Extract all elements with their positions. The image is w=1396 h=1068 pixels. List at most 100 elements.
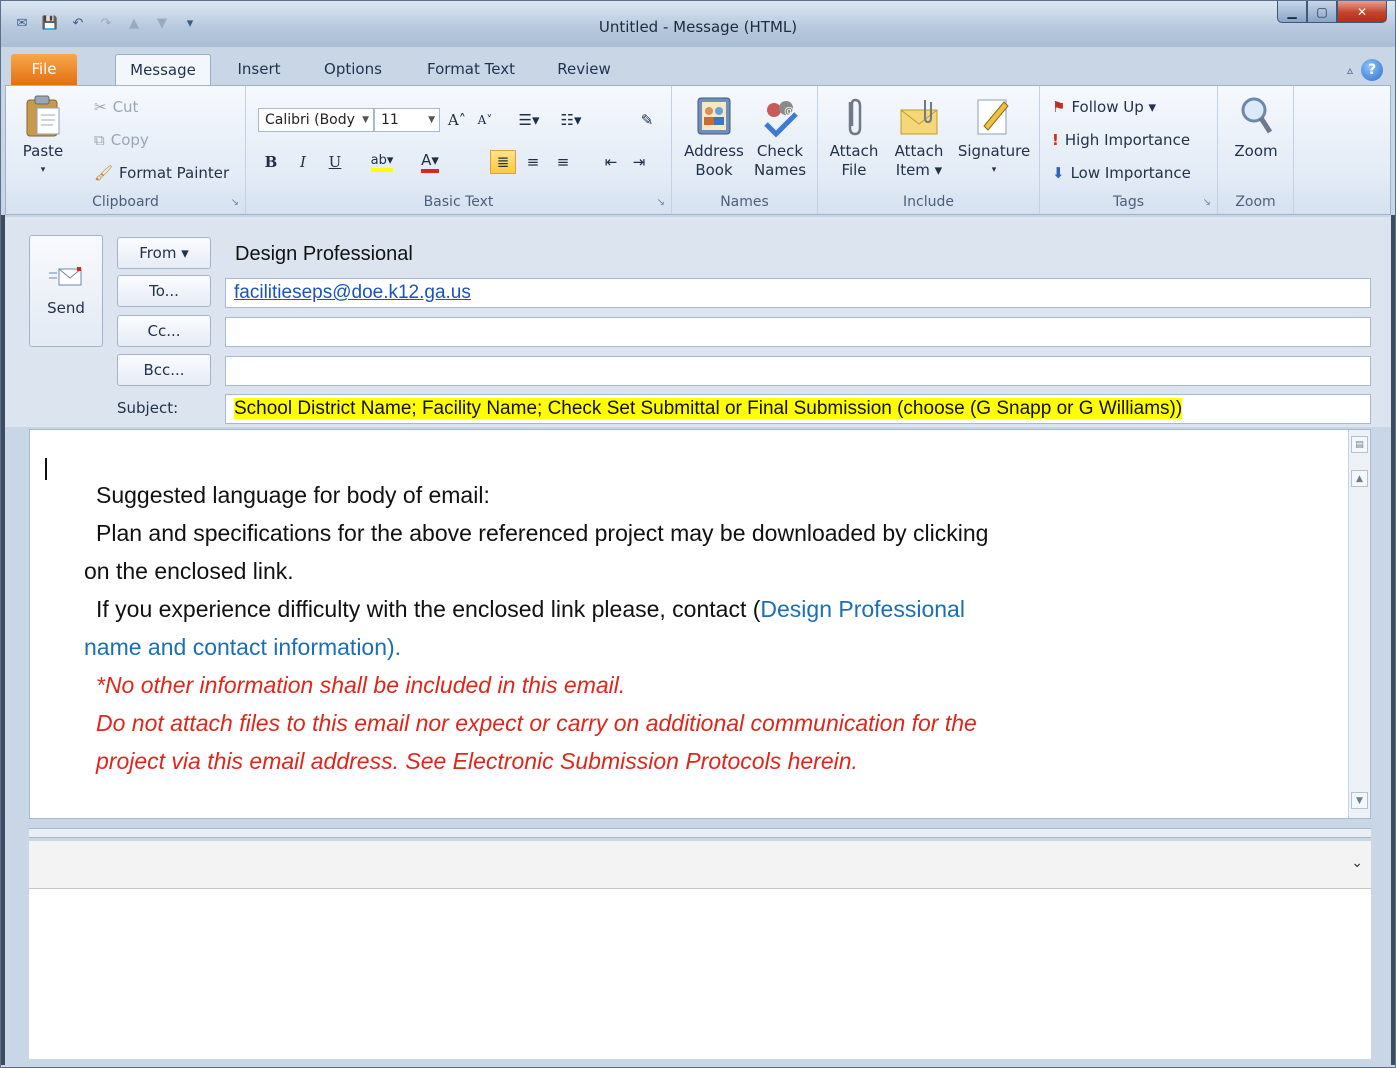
attach-item-button[interactable]: Attach Item ▾ (888, 94, 950, 180)
tab-review[interactable]: Review (547, 54, 621, 85)
paste-dropdown-icon[interactable]: ▾ (41, 161, 46, 180)
low-importance-label: Low Importance (1070, 164, 1191, 182)
tab-file[interactable]: File (11, 54, 77, 85)
paste-button[interactable]: Paste ▾ (18, 94, 68, 180)
cut-label: Cut (112, 98, 139, 116)
address-book-icon (694, 94, 734, 138)
zoom-group-label: Zoom (1235, 194, 1276, 210)
collapse-ribbon-icon[interactable]: ▵ (1347, 63, 1353, 77)
pane-splitter[interactable] (29, 828, 1371, 838)
increase-indent-button[interactable]: ⇥ (626, 150, 652, 174)
tab-format-text[interactable]: Format Text (411, 54, 531, 85)
to-field[interactable]: facilitieseps@doe.k12.ga.us (225, 278, 1371, 308)
low-importance-button[interactable]: ⬇ Low Importance (1052, 164, 1191, 182)
scissors-icon: ✂ (94, 98, 107, 116)
cc-field[interactable] (225, 317, 1371, 347)
font-color-button[interactable]: A▾ (410, 150, 450, 174)
to-button[interactable]: To... (117, 275, 211, 307)
font-size-combo[interactable]: 11 ▼ (374, 108, 440, 132)
outlook-envelope-icon[interactable]: ✉ (11, 13, 33, 33)
ruler-toggle-icon[interactable]: ▤ (1351, 436, 1368, 453)
magnifier-icon (1236, 94, 1276, 138)
scroll-down-button[interactable]: ▼ (1351, 792, 1368, 809)
signature-button[interactable]: Signature ▾ (954, 94, 1034, 180)
styles-icon: ✎ (640, 111, 654, 129)
bcc-button[interactable]: Bcc... (117, 354, 211, 386)
address-book-button[interactable]: Address Book (682, 94, 746, 180)
bcc-field[interactable] (225, 356, 1371, 386)
names-group-label: Names (720, 194, 769, 210)
maximize-button[interactable]: ▢ (1307, 1, 1337, 23)
subject-field[interactable]: School District Name; Facility Name; Che… (225, 394, 1371, 424)
save-icon[interactable]: 💾 (39, 13, 61, 33)
styles-button[interactable]: ✎ (634, 108, 660, 132)
subject-label: Subject: (117, 399, 179, 417)
address-book-label-2: Book (695, 161, 733, 179)
follow-up-button[interactable]: ⚑ Follow Up ▾ (1052, 98, 1156, 116)
people-pane-header[interactable]: ⌄ (29, 841, 1371, 889)
redo-icon[interactable]: ↷ (95, 13, 117, 33)
italic-button[interactable]: I (290, 150, 316, 174)
address-book-label-1: Address (684, 142, 744, 160)
align-center-button[interactable]: ≡ (520, 150, 546, 174)
undo-icon[interactable]: ↶ (67, 13, 89, 33)
shrink-font-button[interactable]: A˅ (472, 108, 498, 132)
cc-button[interactable]: Cc... (117, 315, 211, 347)
check-names-button[interactable]: @ Check Names (748, 94, 812, 180)
tab-insert[interactable]: Insert (227, 54, 291, 85)
customize-qat-icon[interactable]: ▾ (179, 13, 201, 33)
send-button[interactable]: Send (29, 235, 103, 347)
message-body[interactable]: Suggested language for body of email: Pl… (29, 429, 1371, 819)
send-label: Send (47, 299, 85, 317)
highlight-button[interactable]: ab▾ (362, 150, 402, 174)
cut-button[interactable]: ✂ Cut (94, 98, 138, 116)
previous-item-icon[interactable]: ▲ (123, 13, 145, 33)
font-name-value: Calibri (Body (265, 112, 355, 128)
next-item-icon[interactable]: ▼ (151, 13, 173, 33)
basic-text-launcher-icon[interactable]: ↘ (657, 197, 665, 208)
tab-message[interactable]: Message (115, 54, 211, 85)
basic-text-group-label: Basic Text (423, 194, 494, 210)
names-group: Address Book @ Check Names Names (672, 86, 818, 214)
check-names-icon: @ (760, 94, 800, 138)
body-scrollbar[interactable]: ▤ ▲ ▼ (1348, 430, 1370, 818)
font-name-combo[interactable]: Calibri (Body ▼ (258, 108, 374, 132)
zoom-group: Zoom Zoom (1218, 86, 1294, 214)
check-names-label-1: Check (756, 142, 804, 160)
align-right-button[interactable]: ≡ (550, 150, 576, 174)
decrease-indent-button[interactable]: ⇤ (598, 150, 624, 174)
numbering-button[interactable]: ☷▾ (558, 108, 584, 132)
chevron-down-icon: ▼ (362, 115, 369, 125)
tab-options[interactable]: Options (311, 54, 395, 85)
copy-button[interactable]: ⧉ Copy (94, 131, 149, 149)
format-painter-button[interactable]: 🖌 Format Painter (94, 164, 229, 182)
high-importance-button[interactable]: ! High Importance (1052, 131, 1190, 149)
signature-dropdown-icon[interactable]: ▾ (992, 161, 997, 180)
body-line: Suggested language for body of email: (96, 482, 490, 508)
clipboard-launcher-icon[interactable]: ↘ (231, 197, 239, 208)
attach-file-button[interactable]: Attach File (824, 94, 884, 180)
tags-launcher-icon[interactable]: ↘ (1203, 197, 1211, 208)
highlighter-icon: ab▾ (370, 153, 394, 172)
from-button[interactable]: From ▾ (117, 237, 211, 269)
tags-group-label: Tags (1113, 194, 1144, 210)
ribbon-tabs: File Message Insert Options Format Text … (1, 51, 1395, 85)
to-recipient-link[interactable]: facilitieseps@doe.k12.ga.us (234, 282, 471, 303)
grow-font-button[interactable]: A˄ (444, 108, 470, 132)
close-button[interactable]: ✕ (1337, 1, 1387, 23)
bold-button[interactable]: B (258, 150, 284, 174)
grow-font-icon: A˄ (447, 111, 467, 129)
help-icon[interactable]: ? (1361, 59, 1383, 81)
body-line-red: *No other information shall be included … (96, 672, 626, 698)
minimize-button[interactable]: ▁ (1277, 1, 1307, 23)
window-controls: ▁ ▢ ✕ (1277, 1, 1387, 23)
chevron-down-icon[interactable]: ⌄ (1351, 855, 1363, 871)
format-painter-label: Format Painter (119, 164, 230, 182)
underline-icon: U (328, 153, 342, 171)
scroll-up-button[interactable]: ▲ (1351, 470, 1368, 487)
underline-button[interactable]: U (322, 150, 348, 174)
align-left-button[interactable]: ≣ (490, 150, 516, 174)
body-line: Plan and specifications for the above re… (96, 520, 989, 546)
bullets-button[interactable]: ☰▾ (516, 108, 542, 132)
zoom-button[interactable]: Zoom (1226, 94, 1286, 161)
